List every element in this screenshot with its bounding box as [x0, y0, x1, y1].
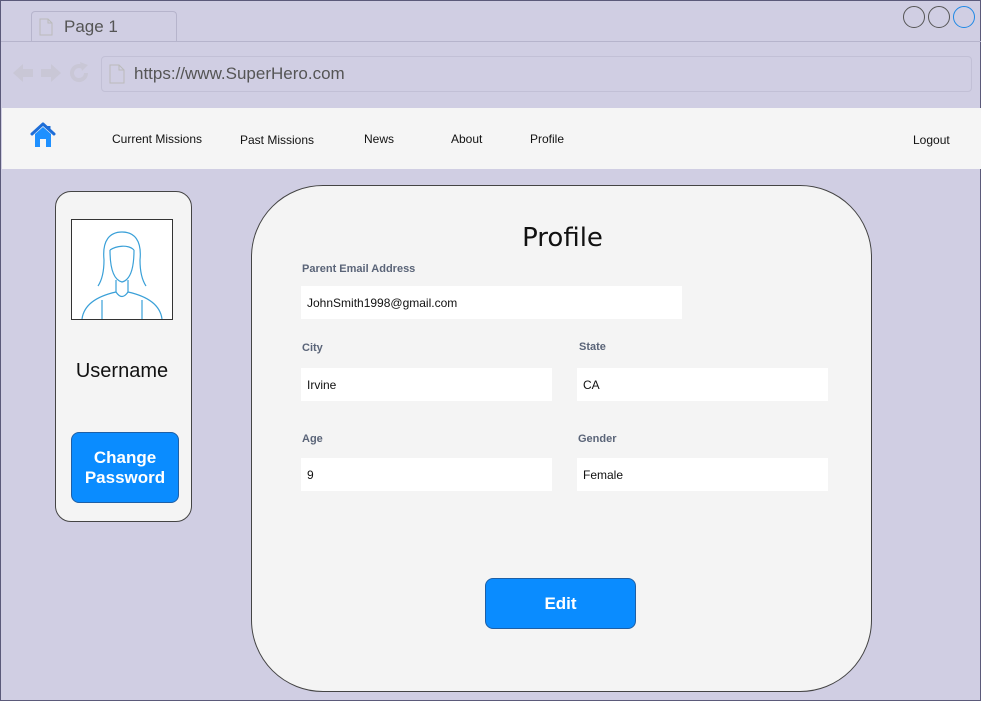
nav-about[interactable]: About — [451, 132, 482, 146]
url-text: https://www.SuperHero.com — [134, 64, 345, 83]
maximize-button[interactable] — [928, 6, 950, 28]
address-bar[interactable]: https://www.SuperHero.com — [101, 56, 972, 92]
nav-profile[interactable]: Profile — [530, 132, 564, 146]
nav-current-missions[interactable]: Current Missions — [112, 132, 202, 146]
browser-tab[interactable]: Page 1 — [31, 11, 177, 42]
avatar — [71, 219, 173, 320]
nav-news[interactable]: News — [364, 132, 394, 146]
forward-arrow-icon[interactable] — [39, 62, 63, 84]
window-controls — [903, 6, 975, 28]
username-label: Username — [75, 360, 169, 382]
profile-title: Profile — [522, 223, 603, 253]
minimize-button[interactable] — [903, 6, 925, 28]
state-field[interactable]: CA — [577, 368, 828, 401]
user-card: Username Change Password — [55, 191, 192, 522]
gender-field[interactable]: Female — [577, 458, 828, 491]
city-field[interactable]: Irvine — [301, 368, 552, 401]
age-field[interactable]: 9 — [301, 458, 552, 491]
change-password-button[interactable]: Change Password — [71, 432, 179, 503]
tab-divider — [1, 41, 981, 42]
city-label: City — [302, 342, 323, 354]
site-navbar: Current Missions Past Missions News Abou… — [2, 108, 981, 169]
browser-nav-controls — [11, 61, 91, 85]
browser-window: Page 1 https://www.SuperHero.com Current… — [0, 0, 981, 701]
refresh-icon[interactable] — [67, 61, 91, 85]
home-icon[interactable] — [29, 122, 57, 148]
back-arrow-icon[interactable] — [11, 62, 35, 84]
avatar-icon — [81, 231, 163, 320]
email-field[interactable]: JohnSmith1998@gmail.com — [301, 286, 682, 319]
document-icon — [39, 18, 53, 36]
profile-panel: Profile Parent Email Address JohnSmith19… — [251, 185, 872, 692]
edit-button[interactable]: Edit — [485, 578, 636, 629]
tab-title: Page 1 — [64, 17, 118, 36]
nav-past-missions[interactable]: Past Missions — [240, 133, 314, 147]
email-label: Parent Email Address — [302, 263, 416, 275]
document-icon — [109, 64, 125, 84]
state-label: State — [579, 341, 606, 353]
logout-link[interactable]: Logout — [913, 133, 950, 147]
age-label: Age — [302, 433, 323, 445]
gender-label: Gender — [578, 433, 617, 445]
close-button[interactable] — [953, 6, 975, 28]
